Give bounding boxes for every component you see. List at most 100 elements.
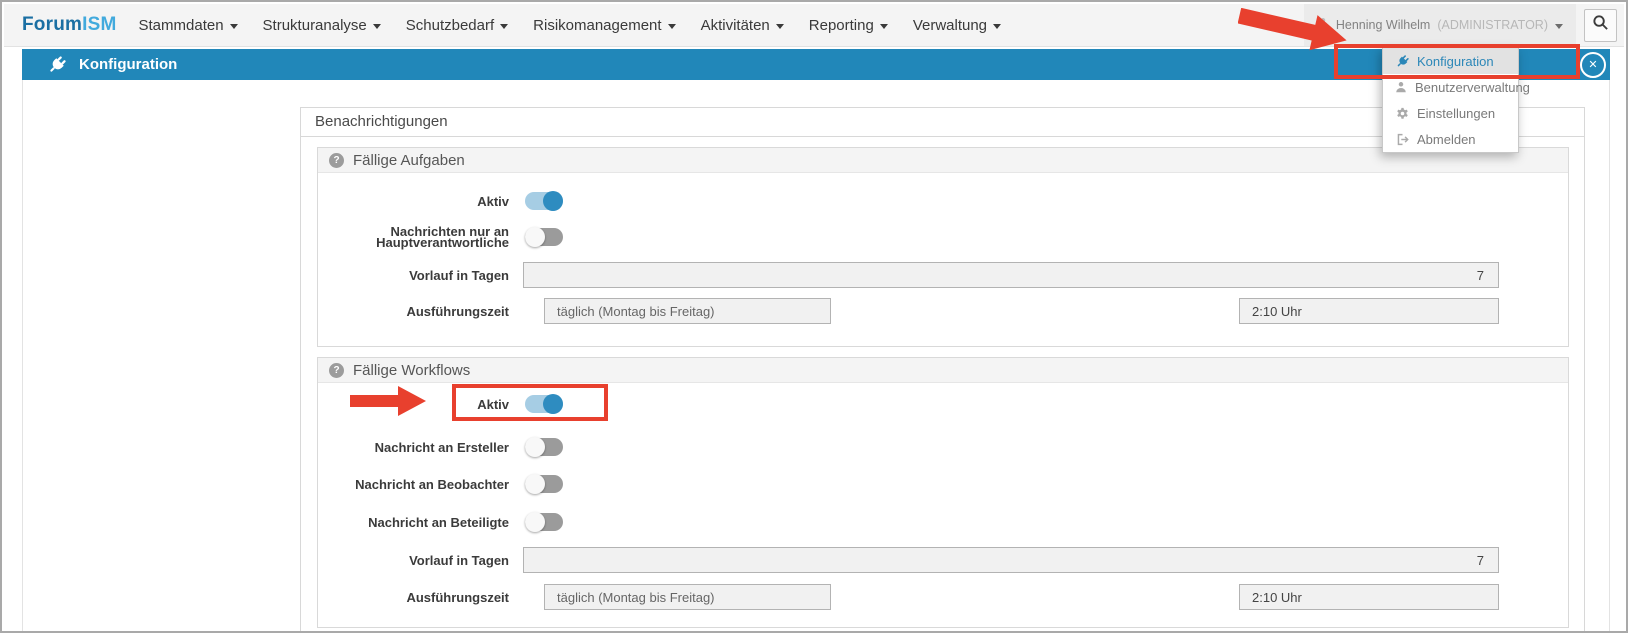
toggle-nachricht-an-beteiligte[interactable] (525, 512, 563, 532)
panel-title: Fällige Workflows (353, 362, 470, 379)
nav-item-risikomanagement[interactable]: Risikomanagement (533, 17, 675, 34)
top-navbar: ForumISM Stammdaten Strukturanalyse Schutz… (4, 4, 1624, 47)
plug-icon (1395, 55, 1409, 68)
nav-item-schutzbedarf[interactable]: Schutzbedarf (406, 17, 508, 34)
form-row-aktiv: Aktiv (318, 394, 1568, 414)
menu-item-label: Abmelden (1417, 132, 1476, 147)
field-area (523, 394, 563, 414)
panel-body: Aktiv Nachricht an Ersteller Nachricht an … (318, 383, 1568, 627)
field-area (523, 547, 1499, 573)
nav-item-label: Verwaltung (913, 17, 987, 34)
form-row-nachrichten-nur-anhauptverantwortliche: Nachrichten nur anHauptverantwortliche (318, 226, 1568, 248)
toggle-nachrichten-nur-anhauptverantwortliche[interactable] (525, 227, 563, 247)
field-label: Vorlauf in Tagen (318, 270, 509, 281)
menu-item-einstellungen[interactable]: Einstellungen (1383, 100, 1518, 126)
question-icon[interactable]: ? (329, 153, 344, 168)
field-area (523, 474, 563, 494)
toggle-knob (543, 191, 563, 211)
nav-item-stammdaten[interactable]: Stammdaten (139, 17, 238, 34)
field-label: Vorlauf in Tagen (318, 555, 509, 566)
form-row-vorlauf-in-tagen: Vorlauf in Tagen (318, 262, 1568, 288)
toggle-knob (525, 437, 545, 457)
notifications-panel: Benachrichtigungen ?Fällige AufgabenAkti… (300, 107, 1585, 633)
field-label: Nachricht an Beteiligte (318, 517, 509, 528)
chevron-down-icon (230, 24, 238, 29)
toggle-nachricht-an-beobachter[interactable] (525, 474, 563, 494)
logo-part-2: ISM (82, 14, 116, 35)
toggle-nachricht-an-ersteller[interactable] (525, 437, 563, 457)
page-header-bar: Konfiguration ✕ (22, 49, 1610, 80)
form-row-vorlauf-in-tagen: Vorlauf in Tagen (318, 547, 1568, 573)
toggle-aktiv[interactable] (525, 191, 563, 211)
nav-item-verwaltung[interactable]: Verwaltung (913, 17, 1001, 34)
form-row-ausführungszeit: Ausführungszeit (318, 298, 1568, 324)
user-icon (1317, 16, 1329, 34)
user-dropdown-menu: Konfiguration Benutzerverwaltung Einstellu… (1382, 47, 1519, 153)
user-icon (1395, 81, 1407, 93)
nav-item-reporting[interactable]: Reporting (809, 17, 888, 34)
panel-header: ? Fällige Aufgaben (318, 148, 1568, 173)
logo-part-1: Forum (22, 14, 82, 35)
menu-item-benutzerverwaltung[interactable]: Benutzerverwaltung (1383, 74, 1518, 100)
menu-item-label: Konfiguration (1417, 54, 1494, 69)
nav-item-strukturanalyse[interactable]: Strukturanalyse (263, 17, 381, 34)
input-vorlauf-in-tagen[interactable] (523, 262, 1499, 288)
toggle-knob (543, 394, 563, 414)
panel-fällige-aufgaben: ? Fällige Aufgaben AktivNachrichten nur an… (317, 147, 1569, 347)
chevron-down-icon (668, 24, 676, 29)
field-area (523, 227, 563, 247)
panel-header: ? Fällige Workflows (318, 358, 1568, 383)
field-label: Nachrichten nur anHauptverantwortliche (318, 226, 509, 248)
field-area (523, 437, 563, 457)
field-area (523, 191, 563, 211)
app-window: ForumISM Stammdaten Strukturanalyse Schutz… (0, 0, 1628, 633)
panel-fällige-workflows: ? Fällige Workflows Aktiv Nachricht an Erst… (317, 357, 1569, 628)
search-button[interactable] (1584, 9, 1617, 42)
close-button[interactable]: ✕ (1580, 52, 1606, 78)
question-icon[interactable]: ? (329, 363, 344, 378)
chevron-down-icon (1555, 24, 1563, 29)
chevron-down-icon (880, 24, 888, 29)
nav-item-label: Stammdaten (139, 17, 224, 34)
menu-item-label: Einstellungen (1417, 106, 1495, 121)
input-vorlauf-in-tagen[interactable] (523, 547, 1499, 573)
field-area (523, 262, 1499, 288)
chevron-down-icon (993, 24, 1001, 29)
user-role: (ADMINISTRATOR) (1437, 18, 1548, 32)
toggle-knob (525, 512, 545, 532)
toggle-knob (525, 227, 545, 247)
form-row-nachricht-an-ersteller: Nachricht an Ersteller (318, 437, 1568, 457)
menu-item-konfiguration[interactable]: Konfiguration (1383, 48, 1518, 74)
form-row-ausführungszeit: Ausführungszeit (318, 584, 1568, 610)
input-schedule-time[interactable] (1239, 584, 1499, 610)
field-area (523, 584, 1499, 610)
panel-body: AktivNachrichten nur anHauptverantwortli… (318, 173, 1568, 346)
form-row-nachricht-an-beteiligte: Nachricht an Beteiligte (318, 512, 1568, 532)
menu-item-abmelden[interactable]: Abmelden (1383, 126, 1518, 152)
chevron-down-icon (500, 24, 508, 29)
nav-item-label: Schutzbedarf (406, 17, 494, 34)
field-label: Ausführungszeit (318, 592, 509, 603)
toggle-aktiv[interactable] (525, 394, 563, 414)
panels-container: ?Fällige AufgabenAktivNachrichten nur an… (301, 147, 1584, 628)
form-row-nachricht-an-beobachter: Nachricht an Beobachter (318, 474, 1568, 494)
main-menu: Stammdaten Strukturanalyse Schutzbedarf Ris… (139, 17, 1002, 34)
app-logo[interactable]: ForumISM (22, 14, 117, 36)
nav-item-aktivitäten[interactable]: Aktivitäten (701, 17, 784, 34)
user-name: Henning Wilhelm (1336, 18, 1430, 32)
field-area (523, 512, 563, 532)
search-icon (1592, 14, 1609, 36)
panel-title: Fällige Aufgaben (353, 152, 465, 169)
nav-item-label: Aktivitäten (701, 17, 770, 34)
menu-item-label: Benutzerverwaltung (1415, 80, 1530, 95)
field-area (523, 298, 1499, 324)
chevron-down-icon (373, 24, 381, 29)
user-menu-button[interactable]: Henning Wilhelm (ADMINISTRATOR) (1304, 4, 1576, 46)
field-label: Nachricht an Ersteller (318, 442, 509, 453)
field-label: Ausführungszeit (318, 306, 509, 317)
plug-icon (48, 56, 66, 74)
input-schedule-time[interactable] (1239, 298, 1499, 324)
input-schedule-days[interactable] (544, 584, 831, 610)
input-schedule-days[interactable] (544, 298, 831, 324)
navbar-right: Henning Wilhelm (ADMINISTRATOR) (1304, 4, 1624, 46)
